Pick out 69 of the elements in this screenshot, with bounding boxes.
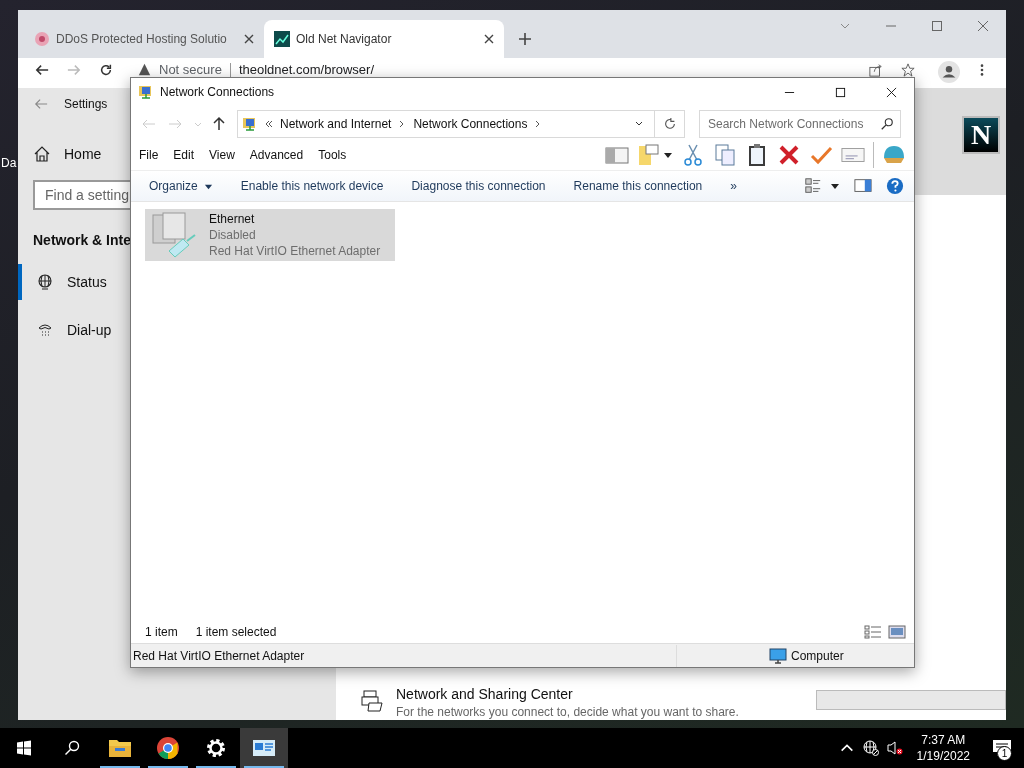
reload-icon[interactable] <box>99 63 113 77</box>
close-icon[interactable] <box>244 34 254 44</box>
globe-blocked-icon[interactable] <box>862 740 879 756</box>
home-nav-item[interactable]: Home <box>18 142 130 166</box>
scissors-icon[interactable] <box>681 143 705 167</box>
settings-search-field[interactable]: Find a setting <box>33 180 130 210</box>
share-icon[interactable] <box>869 63 883 77</box>
window-title: Network Connections <box>160 85 275 99</box>
details-view-icon[interactable] <box>864 625 882 639</box>
zone-label: Computer <box>791 648 844 663</box>
menu-item[interactable]: File <box>139 148 159 162</box>
delete-icon[interactable] <box>777 143 801 167</box>
network-folder-icon <box>138 84 154 100</box>
gear-icon <box>204 736 228 760</box>
up-arrow-icon[interactable] <box>211 116 227 132</box>
caret-icon[interactable] <box>830 181 840 191</box>
selection-count: 1 item selected <box>195 625 277 639</box>
menu-item[interactable]: Tools <box>318 148 347 162</box>
speaker-muted-icon[interactable] <box>886 740 903 756</box>
flower-icon <box>34 31 50 47</box>
monitor-icon <box>769 647 787 664</box>
breadcrumb-item[interactable]: Network Connections <box>413 117 528 131</box>
command-button[interactable]: Enable this network device <box>230 175 394 197</box>
address-bar[interactable]: Not secure theoldnet.com/browser/ <box>128 63 854 77</box>
view-options-icon[interactable] <box>804 177 822 195</box>
command-button[interactable]: Diagnose this connection <box>401 175 556 197</box>
refresh-icon <box>662 117 677 131</box>
phone-icon <box>37 322 53 338</box>
organize-dropdown[interactable]: Organize <box>139 175 223 197</box>
menu-item[interactable]: Advanced <box>249 148 304 162</box>
more-commands-button[interactable]: » <box>720 175 747 197</box>
item-count: 1 item <box>145 625 178 639</box>
double-chevron-icon <box>264 119 274 129</box>
details-description: Red Hat VirtIO Ethernet Adapter <box>131 644 677 667</box>
globe-icon <box>37 274 53 290</box>
profile-icon[interactable] <box>938 61 960 83</box>
browser-tab[interactable]: DDoS Protected Hosting Solutio <box>24 20 264 58</box>
taskbar-app-button[interactable] <box>240 728 288 768</box>
preview-pane-icon[interactable] <box>854 177 872 195</box>
chrome-icon <box>156 736 180 760</box>
connection-item[interactable]: Ethernet Disabled Red Hat VirtIO Ethernet Adapter <box>145 209 395 261</box>
caret-icon[interactable] <box>663 150 673 160</box>
menu-item[interactable]: Edit <box>173 148 195 162</box>
section-heading: Network & Inte <box>33 232 130 250</box>
chart-icon <box>274 31 290 47</box>
logo[interactable]: N <box>962 116 1000 154</box>
notification-badge: 1 <box>997 746 1012 761</box>
network-adapter-icon <box>149 211 197 259</box>
close-icon[interactable] <box>484 34 494 44</box>
settings-title: Settings <box>64 97 108 111</box>
browser-tab[interactable]: Old Net Navigator <box>264 20 504 58</box>
menu-item[interactable]: View <box>209 148 235 162</box>
clock[interactable]: 7:37 AM 1/19/2022 <box>906 728 980 768</box>
help-icon[interactable] <box>886 177 904 195</box>
search-icon <box>880 117 894 131</box>
address-bar[interactable]: Network and Internet Network Connections <box>237 110 655 138</box>
command-button[interactable]: Rename this connection <box>563 175 713 197</box>
printer-folder-icon <box>360 689 384 713</box>
network-folder-icon <box>242 116 258 132</box>
refresh-button[interactable] <box>655 110 685 138</box>
breadcrumb-item[interactable]: Network and Internet <box>280 117 392 131</box>
star-icon[interactable] <box>901 63 915 77</box>
search-field[interactable]: Search Network Connections <box>699 110 901 138</box>
desktop-icon-label: Da <box>1 156 17 170</box>
home-icon <box>34 146 50 162</box>
plus-icon[interactable] <box>518 32 532 46</box>
settings-link[interactable]: Network and Sharing Center For the networks you connect to, decide what you want to share. <box>336 686 816 720</box>
back-arrow-icon[interactable] <box>35 63 49 77</box>
nav-item[interactable]: Dial-up <box>18 312 130 348</box>
